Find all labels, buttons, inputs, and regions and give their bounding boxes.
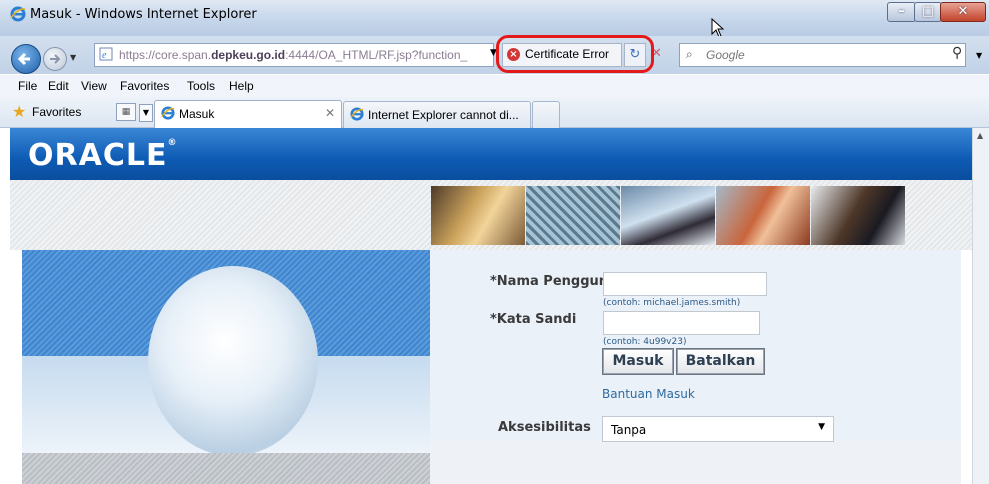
username-hint: (contoh: michael.james.smith): [603, 298, 741, 308]
forward-arrow-icon: [50, 54, 61, 64]
login-form-footer: [430, 440, 961, 484]
page-ie-icon: e: [99, 47, 113, 61]
maximize-icon: □: [921, 4, 935, 19]
maximize-button[interactable]: □: [914, 2, 942, 22]
globe-image: [148, 266, 318, 456]
menu-file[interactable]: File: [18, 79, 37, 93]
ie-logo-icon: [10, 6, 26, 22]
accessibility-selected-value: Tanpa: [611, 423, 647, 437]
close-window-button[interactable]: ✕: [940, 2, 986, 22]
scroll-up-icon[interactable]: ▲: [977, 131, 983, 140]
search-go-icon[interactable]: ⚲: [952, 45, 962, 61]
password-hint: (contoh: 4u99v23): [603, 337, 687, 347]
back-arrow-icon: [17, 52, 30, 66]
minimize-button[interactable]: –: [887, 2, 916, 22]
banner-photo-man-headset: [811, 186, 905, 245]
login-button[interactable]: Masuk: [602, 348, 674, 375]
quick-tabs-icon[interactable]: ▦: [116, 103, 136, 121]
search-placeholder: Google: [706, 48, 745, 62]
tab-ie-cannot-display[interactable]: Internet Explorer cannot di...: [343, 101, 531, 128]
back-button[interactable]: [11, 44, 41, 74]
menu-edit[interactable]: Edit: [48, 79, 69, 93]
chevron-down-icon: ▼: [818, 422, 825, 432]
menu-help[interactable]: Help: [229, 79, 254, 93]
accessibility-select[interactable]: Tanpa ▼: [602, 416, 834, 442]
favorites-star-icon[interactable]: ★: [12, 102, 26, 121]
mouse-cursor-icon: [711, 18, 725, 38]
password-label: *Kata Sandi: [490, 312, 577, 327]
page-content: ORACLE® *Nama Pengguna (contoh: michael.…: [10, 128, 972, 484]
vertical-scrollbar[interactable]: [972, 128, 989, 484]
favorites-button[interactable]: Favorites: [32, 105, 81, 119]
red-highlight-annotation: [496, 35, 654, 73]
menu-favorites[interactable]: Favorites: [120, 79, 169, 93]
oracle-header: ORACLE®: [10, 128, 972, 180]
search-input[interactable]: ⌕ Google: [679, 43, 966, 67]
recent-pages-dropdown[interactable]: ▼: [70, 53, 76, 62]
username-input[interactable]: [603, 272, 767, 296]
password-input[interactable]: [603, 311, 760, 335]
address-bar[interactable]: e https://core.span.depkeu.go.id:4444/OA…: [94, 43, 494, 67]
ie-logo-icon: [350, 107, 364, 121]
oracle-logo: ORACLE®: [28, 138, 178, 173]
window-title: Masuk - Windows Internet Explorer: [30, 7, 257, 22]
menu-tools[interactable]: Tools: [187, 79, 215, 93]
new-tab-button[interactable]: [532, 101, 560, 128]
login-help-link[interactable]: Bantuan Masuk: [602, 387, 695, 401]
tab-label: Masuk: [179, 107, 215, 121]
tab-masuk[interactable]: Masuk ✕: [154, 100, 342, 128]
search-options-dropdown[interactable]: ▼: [976, 51, 982, 60]
ie-logo-icon: [161, 106, 175, 120]
banner-photo-woman-headset: [716, 186, 810, 245]
username-label: *Nama Pengguna: [490, 274, 617, 289]
search-icon: ⌕: [686, 47, 693, 61]
close-icon: ✕: [957, 4, 969, 19]
cancel-button[interactable]: Batalkan: [676, 348, 765, 375]
tab-label: Internet Explorer cannot di...: [368, 108, 519, 122]
address-url[interactable]: https://core.span.depkeu.go.id:4444/OA_H…: [119, 48, 467, 62]
accessibility-label: Aksesibilitas: [498, 420, 591, 435]
svg-text:e: e: [102, 50, 107, 61]
minimize-icon: –: [898, 4, 905, 19]
close-tab-icon[interactable]: ✕: [325, 106, 335, 120]
banner-photo-tower: [526, 186, 620, 245]
tab-list-dropdown[interactable]: ▼: [139, 104, 153, 122]
menu-view[interactable]: View: [81, 79, 107, 93]
banner-photo-man-laptop: [621, 186, 715, 245]
decorative-panel-bottom: [22, 453, 430, 484]
banner-photo-office: [431, 186, 525, 245]
forward-button[interactable]: [43, 47, 67, 71]
